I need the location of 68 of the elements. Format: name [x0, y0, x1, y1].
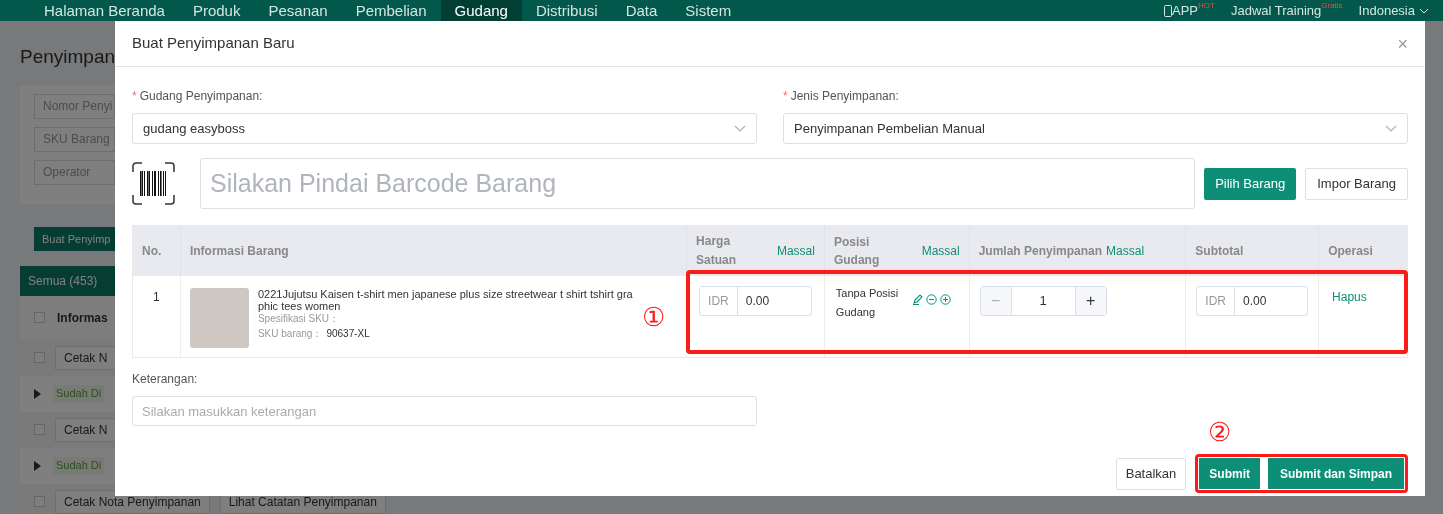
nav-tab[interactable]: Pembelian [341, 0, 441, 21]
sku-label: SKU barang： [257, 327, 323, 341]
nav-tab[interactable]: Data [611, 0, 672, 21]
pencil-icon[interactable] [911, 294, 923, 305]
column-header: Harga Satuan [696, 233, 738, 269]
nav-tab[interactable]: Pesanan [254, 0, 342, 21]
column-header: Informas [57, 309, 108, 327]
print-button[interactable]: Cetak N [55, 345, 117, 370]
chevron-down-icon [1385, 124, 1397, 133]
column-header: Informasi Barang [189, 243, 289, 260]
position-text: Tanpa Posisi Gudang [835, 286, 900, 320]
caret-right-icon[interactable] [34, 460, 41, 471]
annotation-number: ② [1208, 419, 1232, 445]
app-link[interactable]: APP [1172, 0, 1199, 21]
column-header: No. [142, 243, 162, 260]
product-name: 0221Jujutsu Kaisen t-shirt men japanese plus size streetwear t shirt tshirt graphic tees women [257, 288, 633, 312]
submit-button[interactable]: Submit [1199, 458, 1260, 489]
subtotal-input[interactable]: IDR 0.00 [1196, 286, 1309, 316]
annotation-number: ① [642, 304, 665, 330]
sku-code: 90637-XL [326, 327, 370, 341]
barcode-input[interactable]: Silakan Pindai Barcode Barang [200, 158, 1196, 209]
nav-tab[interactable]: Sistem [671, 0, 746, 21]
print-button[interactable]: Cetak N [55, 417, 117, 442]
checkbox[interactable] [34, 424, 45, 435]
select-field[interactable]: Penyimpanan Pembelian Manual [783, 113, 1408, 144]
field-label: Keterangan: [132, 371, 199, 388]
barcode-icon [132, 162, 175, 205]
phone-icon [1164, 4, 1173, 17]
price-input[interactable]: IDR 0.00 [699, 286, 812, 316]
checkbox[interactable] [34, 496, 45, 507]
row-number: 1 [153, 289, 160, 306]
quantity-stepper[interactable]: − 1 + [979, 286, 1107, 316]
page-title: Penyimpan [20, 45, 116, 69]
pick-item-button[interactable]: Pilih Barang [1204, 167, 1297, 200]
nav-tab[interactable]: Distribusi [521, 0, 612, 21]
cancel-button[interactable]: Batalkan [1115, 457, 1187, 490]
column-header: Jumlah Penyimpanan [978, 243, 1103, 260]
status-tag: Sudah Di [53, 457, 105, 474]
minus-circle-icon[interactable] [925, 294, 937, 305]
nav-tab[interactable]: Gudang [440, 0, 522, 21]
bulk-link[interactable]: Massal [921, 242, 960, 260]
nav-tab[interactable]: Produk [178, 0, 255, 21]
column-header: Subtotal [1195, 243, 1244, 260]
free-label: Gratis [1321, 0, 1343, 10]
delete-link[interactable]: Hapus [1332, 290, 1367, 304]
chevron-down-icon [1419, 7, 1429, 14]
select-field[interactable]: gudang easyboss [132, 113, 757, 144]
field-label: * Gudang Penyimpanan: [132, 88, 264, 105]
photo-placeholder [189, 288, 249, 348]
bulk-link[interactable]: Massal [1106, 242, 1145, 260]
language-selector[interactable]: Indonesia [1358, 0, 1415, 21]
chevron-down-icon [734, 124, 746, 133]
sku-spec-label: Spesifikasi SKU： [257, 312, 341, 326]
column-header: Posisi Gudang [833, 234, 881, 269]
submit-save-button[interactable]: Submit dan Simpan [1268, 458, 1404, 489]
hot-label: HOT [1198, 0, 1215, 10]
checkbox[interactable] [34, 352, 45, 363]
checkbox[interactable] [34, 312, 45, 323]
note-input[interactable]: Silakan masukkan keterangan [132, 396, 757, 426]
bulk-link[interactable]: Massal [776, 244, 815, 258]
dialog-title: Buat Penyimpanan Baru [132, 33, 295, 54]
import-item-button[interactable]: Impor Barang [1305, 167, 1408, 200]
nav-tab[interactable]: Halaman Beranda [30, 0, 179, 21]
status-tag: Sudah Di [53, 385, 105, 402]
column-header: Operasi [1328, 243, 1373, 260]
field-label: * Jenis Penyimpanan: [783, 88, 900, 105]
caret-right-icon[interactable] [34, 388, 41, 399]
plus-circle-icon[interactable] [939, 294, 951, 305]
